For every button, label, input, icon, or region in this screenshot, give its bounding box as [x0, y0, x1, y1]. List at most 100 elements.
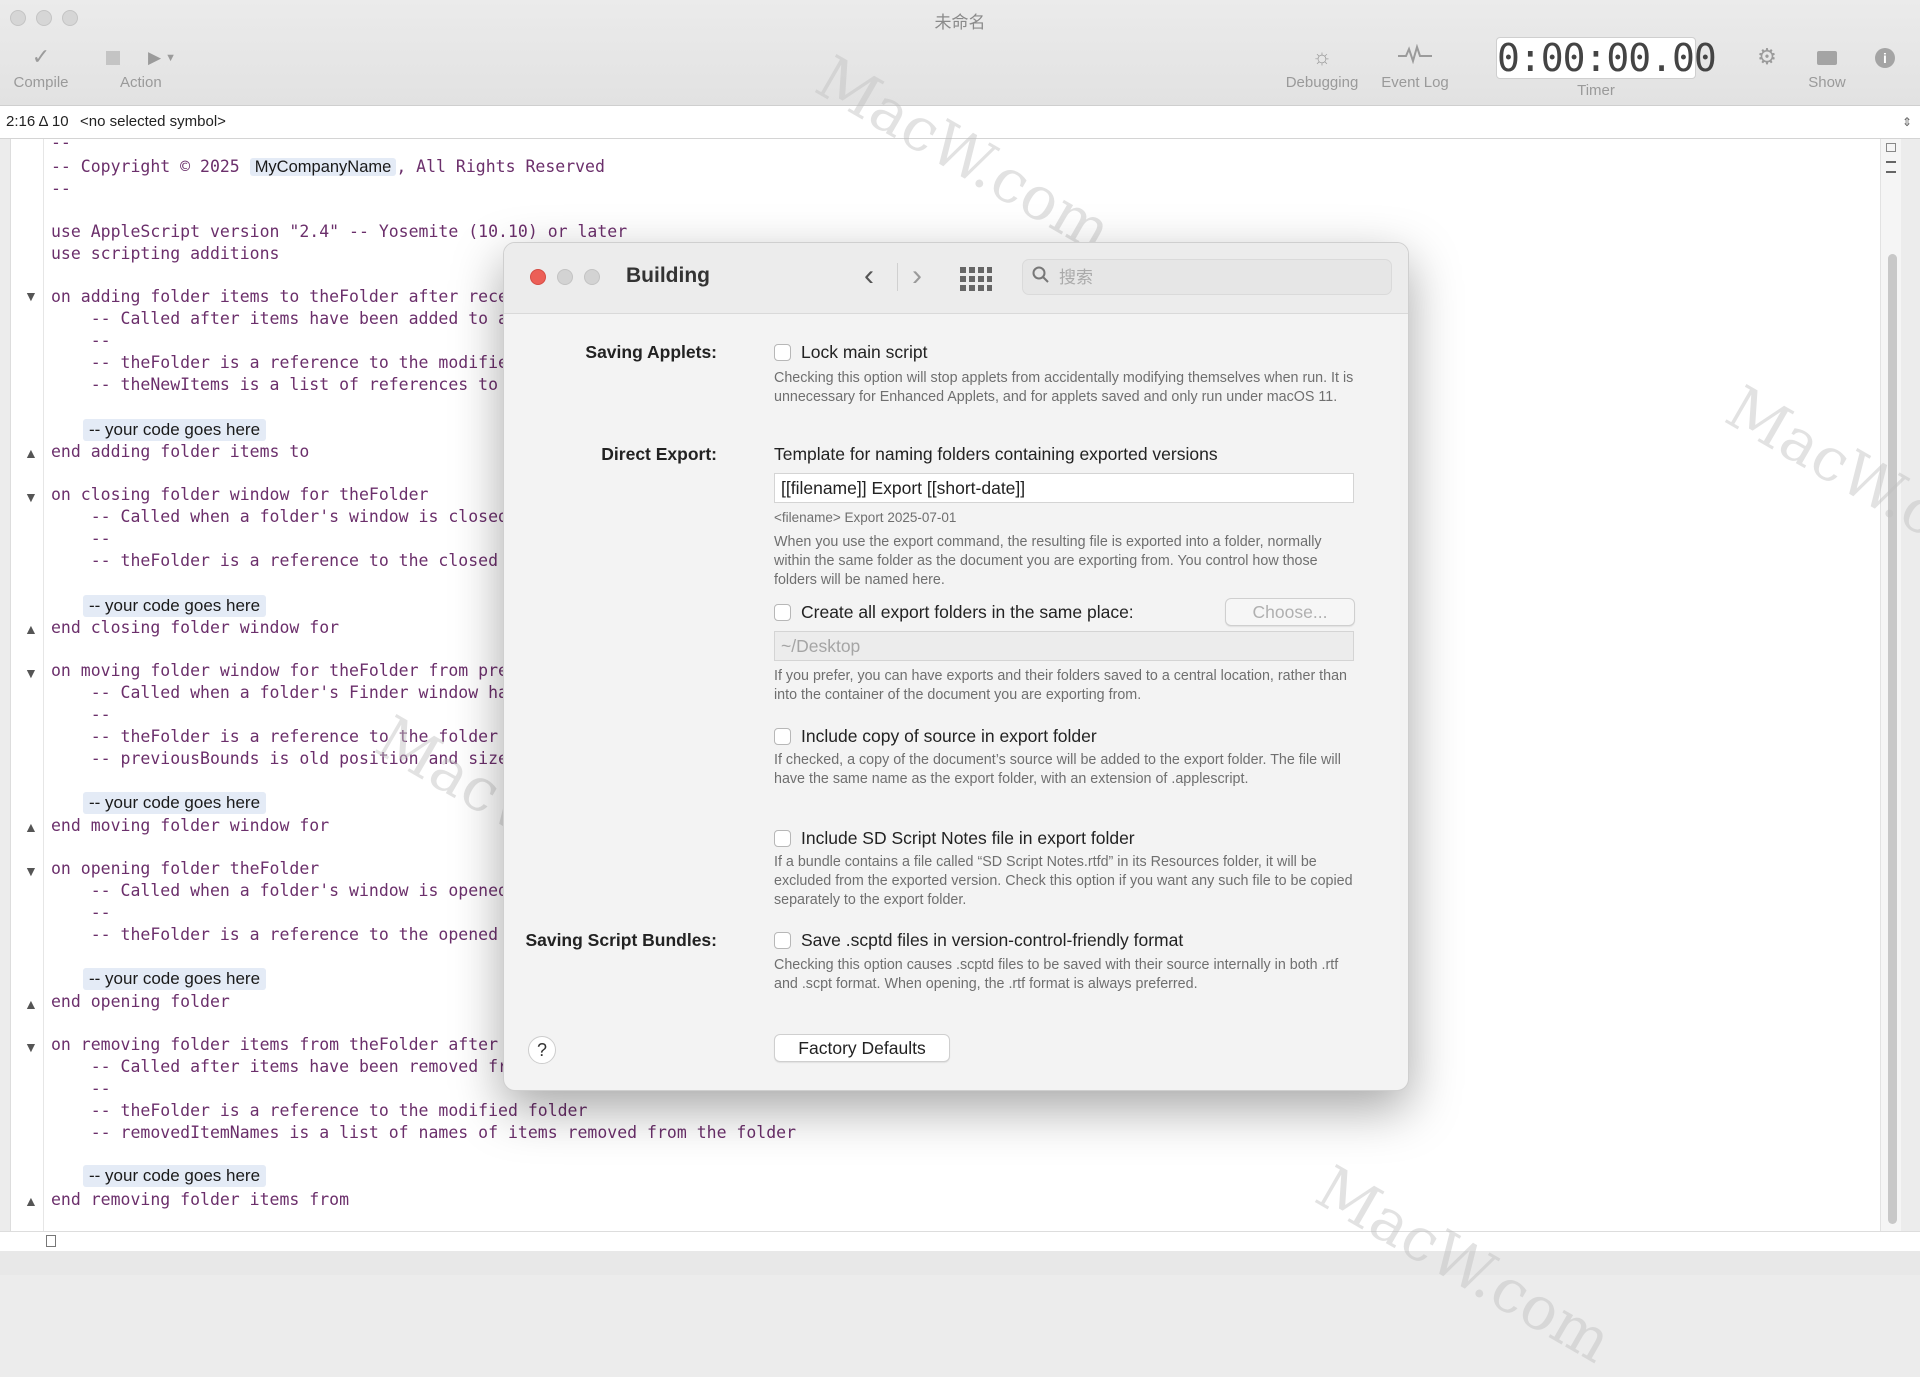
- choose-button[interactable]: Choose...: [1225, 598, 1355, 626]
- dialog-toolbar: Building ‹ ›: [504, 243, 1408, 314]
- fold-close-icon[interactable]: ▲: [24, 819, 38, 835]
- code-line: -- Called when a folder's window is clos…: [51, 507, 508, 526]
- fold-close-icon[interactable]: ▲: [24, 1193, 38, 1209]
- code-line: -- Called when a folder's window is open…: [51, 881, 508, 900]
- search-input[interactable]: [1057, 264, 1381, 292]
- chevron-right-icon: ›: [912, 259, 922, 292]
- run-icon[interactable]: ▶: [148, 48, 161, 67]
- company-placeholder[interactable]: MyCompanyName: [249, 158, 397, 176]
- dialog-title: Building: [626, 264, 710, 287]
- factory-defaults-button[interactable]: Factory Defaults: [774, 1034, 950, 1062]
- include-notes-checkbox[interactable]: [774, 830, 791, 847]
- export-location-field[interactable]: [774, 631, 1354, 661]
- same-place-label[interactable]: Create all export folders in the same pl…: [801, 602, 1134, 623]
- action-label: Action: [120, 74, 162, 91]
- code-line: --: [51, 1079, 111, 1098]
- help-button[interactable]: ?: [528, 1036, 556, 1064]
- code-line: end closing folder window for: [51, 618, 340, 637]
- forward-button[interactable]: ›: [912, 259, 922, 293]
- timer-display: 0:00:00.00: [1496, 36, 1717, 80]
- lock-main-script-help: Checking this option will stop applets f…: [774, 370, 1354, 405]
- code-line: end opening folder: [51, 992, 230, 1011]
- code-line: -- theFolder is a reference to the opene…: [51, 925, 518, 944]
- nav-divider: [897, 263, 898, 291]
- event-log-label: Event Log: [1381, 74, 1449, 91]
- stop-icon[interactable]: [106, 51, 120, 66]
- vcs-friendly-checkbox[interactable]: [774, 932, 791, 949]
- event-log-button[interactable]: Event Log: [1374, 40, 1456, 91]
- dialog-close-button[interactable]: [530, 269, 546, 285]
- code-placeholder[interactable]: -- your code goes here: [83, 595, 267, 617]
- grid-view-icon[interactable]: [960, 267, 992, 291]
- fold-close-icon[interactable]: ▲: [24, 445, 38, 461]
- bug-icon: ☼: [1311, 44, 1333, 69]
- code-line: on opening folder theFolder: [51, 859, 320, 878]
- fold-close-icon[interactable]: ▲: [24, 996, 38, 1012]
- code-line: --: [51, 133, 71, 152]
- dialog-minimize-button[interactable]: [557, 269, 573, 285]
- code-line: use scripting additions: [51, 244, 280, 263]
- code-line: on adding folder items to theFolder afte…: [51, 287, 518, 306]
- code-placeholder[interactable]: -- your code goes here: [83, 792, 267, 814]
- fold-open-icon[interactable]: ▼: [24, 288, 38, 304]
- chevron-left-icon: ‹: [864, 259, 874, 292]
- scrollbar-thumb[interactable]: [1888, 254, 1897, 1224]
- symbol-popup[interactable]: <no selected symbol>: [80, 106, 226, 138]
- code-line: -- theFolder is a reference to the modif…: [51, 1101, 588, 1120]
- fold-close-icon[interactable]: ▲: [24, 621, 38, 637]
- editor-bottom-bar: [0, 1231, 1920, 1252]
- include-source-checkbox[interactable]: [774, 728, 791, 745]
- include-notes-label[interactable]: Include SD Script Notes file in export f…: [801, 828, 1135, 849]
- code-line: end moving folder window for: [51, 816, 330, 835]
- code-line: -- theNewItems is a list of references t…: [51, 375, 518, 394]
- code-line: -- Called after items have been removed …: [51, 1057, 518, 1076]
- editor-scrollbar[interactable]: [1880, 139, 1901, 1231]
- updown-chevron-icon[interactable]: ⇕: [1902, 106, 1912, 138]
- show-button[interactable]: Show: [1794, 40, 1860, 91]
- vcs-friendly-label[interactable]: Save .scptd files in version-control-fri…: [801, 930, 1183, 951]
- vcs-friendly-help: Checking this option causes .scptd files…: [774, 957, 1339, 992]
- list-view-icon[interactable]: [1886, 161, 1896, 173]
- show-label: Show: [1808, 74, 1846, 91]
- compile-button[interactable]: ✓ Compile: [8, 40, 74, 91]
- back-button[interactable]: ‹: [864, 259, 874, 293]
- briefcase-icon: [1794, 40, 1860, 74]
- dialog-zoom-button[interactable]: [584, 269, 600, 285]
- info-icon: i: [1870, 40, 1900, 74]
- code-placeholder[interactable]: -- your code goes here: [83, 1165, 267, 1187]
- saving-bundles-label: Saving Script Bundles:: [525, 930, 717, 950]
- chevron-down-icon[interactable]: ▼: [165, 52, 176, 64]
- direct-export-label: Direct Export:: [601, 444, 717, 464]
- code-line: -- theFolder is a reference to the modif…: [51, 353, 518, 372]
- code-line: --: [51, 903, 111, 922]
- info-button[interactable]: i: [1870, 40, 1900, 74]
- export-template-heading: Template for naming folders containing e…: [774, 444, 1218, 464]
- window-title: 未命名: [934, 13, 986, 32]
- include-source-label[interactable]: Include copy of source in export folder: [801, 726, 1097, 747]
- preferences-dialog: Building ‹ › Saving Applets: Lock main s…: [503, 242, 1409, 1091]
- search-field[interactable]: [1022, 259, 1392, 295]
- settings-button[interactable]: ⚙: [1752, 40, 1782, 74]
- code-line: on removing folder items from theFolder …: [51, 1035, 518, 1054]
- status-bar: [0, 1251, 1920, 1275]
- fold-open-icon[interactable]: ▼: [24, 489, 38, 505]
- fold-open-icon[interactable]: ▼: [24, 863, 38, 879]
- code-placeholder[interactable]: -- your code goes here: [83, 419, 267, 441]
- sidebar-toggle-icon[interactable]: [46, 1235, 56, 1247]
- code-line: -- Called when a folder's Finder window …: [51, 683, 518, 702]
- code-placeholder[interactable]: -- your code goes here: [83, 968, 267, 990]
- copyright-prefix: -- Copyright © 2025: [51, 157, 250, 176]
- direct-export-help: When you use the export command, the res…: [774, 534, 1322, 588]
- debugging-button[interactable]: ☼ Debugging: [1280, 40, 1364, 91]
- fold-open-icon[interactable]: ▼: [24, 665, 38, 681]
- timer-label: Timer: [1577, 82, 1615, 99]
- lock-main-script-label[interactable]: Lock main script: [801, 342, 927, 363]
- same-place-checkbox[interactable]: [774, 604, 791, 621]
- lock-main-script-checkbox[interactable]: [774, 344, 791, 361]
- split-view-icon[interactable]: [1886, 143, 1896, 152]
- compile-label: Compile: [13, 74, 69, 91]
- include-notes-help: If a bundle contains a file called “SD S…: [774, 854, 1353, 908]
- saving-applets-label: Saving Applets:: [585, 342, 717, 362]
- export-template-input[interactable]: [774, 473, 1354, 503]
- fold-open-icon[interactable]: ▼: [24, 1039, 38, 1055]
